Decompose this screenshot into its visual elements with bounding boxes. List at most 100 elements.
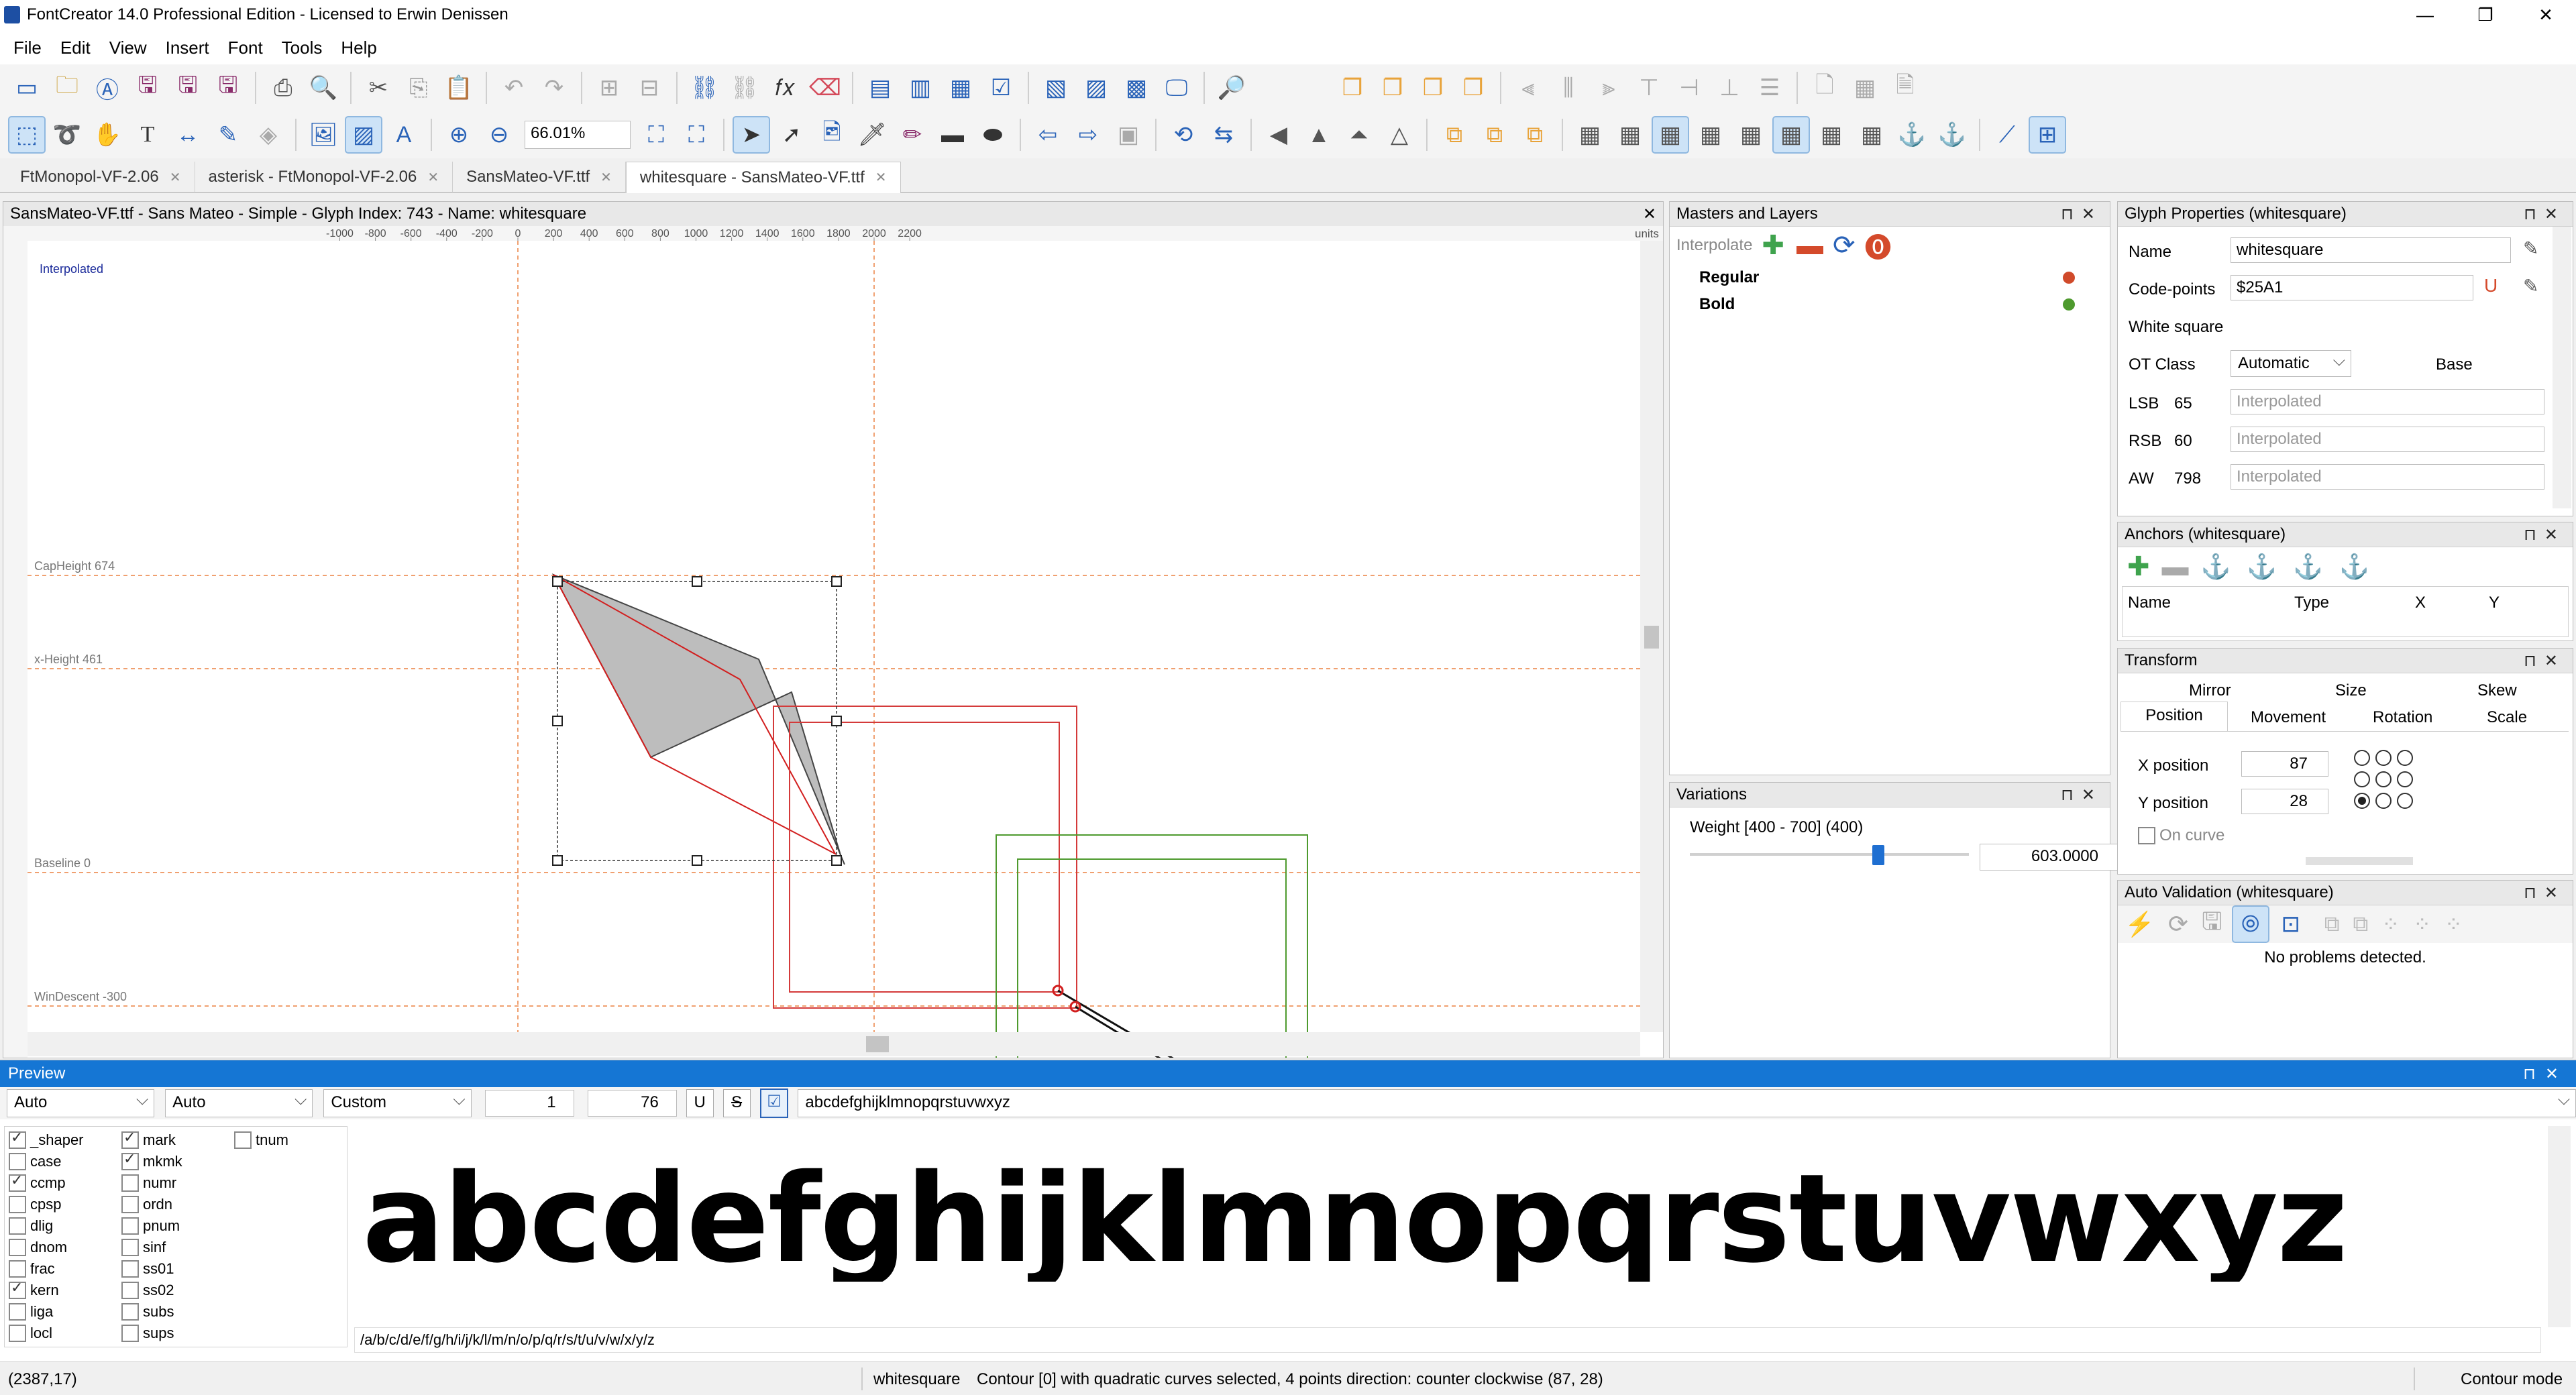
weight-slider-thumb[interactable] <box>1872 845 1885 865</box>
inspect-icon[interactable]: 🔎 <box>1214 70 1249 105</box>
script-dropdown[interactable]: Auto <box>7 1087 155 1117</box>
line-count-field[interactable]: 1 <box>484 1090 574 1117</box>
glyph-add-icon[interactable]: ⊞ <box>592 70 627 105</box>
menu-insert[interactable]: Insert <box>156 31 219 64</box>
anchor-warning-icon[interactable]: ⚓ <box>1935 117 1970 152</box>
glyph-properties-icon[interactable]: ▤ <box>863 70 898 105</box>
triangle-outline-icon[interactable]: △ <box>1382 117 1417 152</box>
language-dropdown[interactable]: Auto <box>165 1087 313 1117</box>
feature-preset-dropdown[interactable]: Custom <box>323 1087 472 1117</box>
remove-anchor-icon[interactable]: ▬ <box>2162 552 2189 582</box>
grid6-icon[interactable]: ▦ <box>1772 116 1810 154</box>
menu-edit[interactable]: Edit <box>51 31 100 64</box>
glyph-remove-icon[interactable]: ⊟ <box>632 70 667 105</box>
new-icon[interactable]: ▭ <box>9 70 44 105</box>
toggle-preview-button[interactable]: ☑ <box>759 1089 789 1118</box>
panel-buttons[interactable]: ⊓✕ <box>2523 1064 2568 1084</box>
feature-checkbox[interactable] <box>121 1129 139 1149</box>
apply-bar[interactable] <box>2306 857 2413 865</box>
validation-tool-icon[interactable]: ⧉ <box>2353 911 2369 937</box>
panel-buttons[interactable]: ⊓✕ <box>2524 525 2566 545</box>
glyph-canvas[interactable]: -1000 -800 -600 -400 -200 0 200 400 600 800 1000 12… <box>3 226 1663 1058</box>
arrange-back-icon[interactable]: ❐ <box>1375 70 1410 105</box>
feature-item-ordn[interactable]: ordn <box>121 1194 182 1215</box>
reference-point-grid[interactable] <box>2353 748 2420 812</box>
save-icon[interactable]: 🖫 <box>130 70 165 105</box>
metrics-icon[interactable]: ▥ <box>903 70 938 105</box>
validation-tool-icon[interactable]: ⁘ <box>2381 911 2400 937</box>
feature-item-frac[interactable]: frac <box>9 1258 84 1280</box>
menu-file[interactable]: File <box>4 31 51 64</box>
properties-scrollbar[interactable] <box>2553 227 2571 508</box>
feature-checkbox[interactable] <box>234 1131 252 1149</box>
text-tool-icon[interactable]: T <box>130 117 165 152</box>
underline-button[interactable]: U <box>686 1089 714 1117</box>
feature-checkbox[interactable] <box>121 1150 139 1170</box>
x-position-field[interactable]: 87 <box>2241 751 2328 777</box>
hand-icon[interactable]: ✋ <box>90 117 125 152</box>
menu-font[interactable]: Font <box>219 31 272 64</box>
edit-icon[interactable]: ✎ <box>2523 275 2538 297</box>
shape-union-icon[interactable]: ⧉ <box>1437 117 1472 152</box>
glyph-style-icon[interactable]: A <box>386 117 421 152</box>
on-curve-checkbox[interactable]: On curve <box>2138 826 2224 845</box>
minimize-button[interactable]: — <box>2395 0 2455 31</box>
feature-item-liga[interactable]: liga <box>9 1301 84 1323</box>
anchor-add-icon[interactable]: ⚓ <box>2247 553 2277 581</box>
feature-item-ccmp[interactable]: ccmp <box>9 1172 84 1194</box>
feature-checkbox[interactable] <box>121 1325 139 1342</box>
align-bottom-icon[interactable]: ⊥ <box>1712 70 1747 105</box>
auto-fix-icon[interactable]: ⚡ <box>2125 910 2155 938</box>
close-icon[interactable]: ✕ <box>875 169 887 186</box>
glyph-nav-icon[interactable]: ▣ <box>1111 117 1146 152</box>
copy-icon[interactable]: ⎘ <box>401 70 436 105</box>
feature-item-kern[interactable]: kern <box>9 1279 84 1301</box>
node-tool-icon[interactable]: ➚ <box>774 117 809 152</box>
edit-icon[interactable]: ✎ <box>2523 237 2538 260</box>
glyph-view-icon[interactable]: ▧ <box>1038 70 1073 105</box>
rectangle-icon[interactable]: ▬ <box>935 117 970 152</box>
align-middle-icon[interactable]: ⊣ <box>1672 70 1707 105</box>
fill-icon[interactable]: ◈ <box>251 117 286 152</box>
close-icon[interactable]: ✕ <box>600 169 612 186</box>
image-icon[interactable]: 🖼 <box>306 117 341 152</box>
unlink-icon[interactable]: ⛓ <box>727 70 762 105</box>
weight-slider-track[interactable] <box>1690 853 1969 856</box>
test-icon[interactable]: ▩ <box>1119 70 1154 105</box>
grid5-icon[interactable]: ▦ <box>1733 117 1768 152</box>
zoom-in-icon[interactable]: ⊕ <box>441 117 476 152</box>
maximize-button[interactable]: ❐ <box>2455 0 2516 31</box>
tab-whitesquare[interactable]: whitesquare - SansMateo-VF.ttf ✕ <box>625 161 901 193</box>
feature-item-mark[interactable]: mark <box>121 1129 182 1151</box>
feature-checkbox[interactable] <box>121 1303 139 1321</box>
panel-buttons[interactable]: ⊓✕ <box>2524 205 2566 224</box>
tab-skew[interactable]: Skew <box>2477 681 2517 700</box>
grid7-icon[interactable]: ▦ <box>1814 117 1849 152</box>
triangle-left-icon[interactable]: ◀ <box>1261 117 1296 152</box>
triangles-icon[interactable]: ⏶ <box>1342 117 1377 152</box>
panel-buttons[interactable]: ⊓✕ <box>2061 205 2103 224</box>
warning-icon[interactable]: ⓿ <box>1864 226 1891 265</box>
ellipse-icon[interactable]: ⬬ <box>975 117 1010 152</box>
align-left-icon[interactable]: ⫷ <box>1511 70 1546 105</box>
link-icon[interactable]: ⛓ <box>687 70 722 105</box>
layout-icon[interactable]: ⊞ <box>2029 116 2066 154</box>
arrange-front-icon[interactable]: ❐ <box>1335 70 1370 105</box>
grid3-icon[interactable]: ▦ <box>1652 116 1689 154</box>
anchor-icon[interactable]: ⚓ <box>1894 117 1929 152</box>
remove-master-icon[interactable]: ▬ <box>1796 231 1823 261</box>
feature-item-dnom[interactable]: dnom <box>9 1237 84 1258</box>
rotate-icon[interactable]: ⟲ <box>1166 117 1201 152</box>
grid4-icon[interactable]: ▦ <box>1693 117 1728 152</box>
hatch-icon[interactable]: ▨ <box>345 116 382 154</box>
print-icon[interactable]: ⎙ <box>266 70 301 105</box>
tab-scale[interactable]: Scale <box>2487 708 2527 727</box>
align-right-icon[interactable]: ⫸ <box>1591 70 1626 105</box>
feature-checkbox[interactable] <box>9 1279 26 1299</box>
triangle-up-icon[interactable]: ▲ <box>1301 117 1336 152</box>
refresh-icon[interactable]: ⟳ <box>2168 910 2188 938</box>
lsb-field[interactable]: Interpolated <box>2231 389 2544 414</box>
preview-text-input[interactable]: abcdefghijklmnopqrstuvwxyz <box>798 1087 2576 1117</box>
aw-field[interactable]: Interpolated <box>2231 464 2544 490</box>
panel-buttons[interactable]: ⊓✕ <box>2524 651 2566 671</box>
